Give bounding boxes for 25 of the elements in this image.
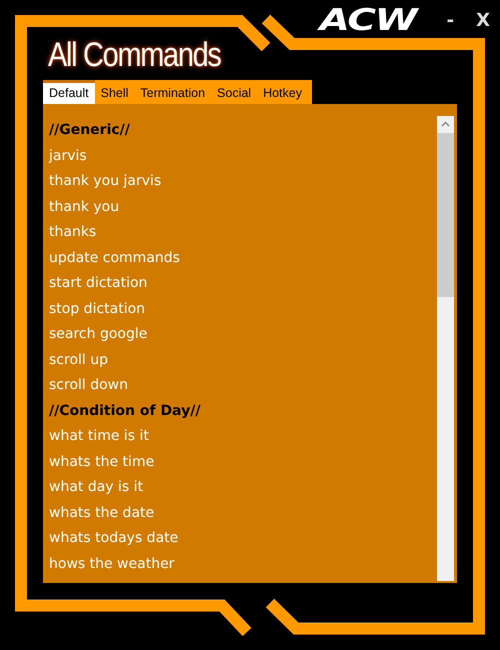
command-item[interactable]: search google: [49, 322, 148, 348]
command-item[interactable]: start dictation: [49, 271, 148, 296]
section-header: //Generic//: [49, 121, 130, 140]
command-item[interactable]: update commands: [49, 246, 180, 271]
scrollbar[interactable]: [437, 116, 454, 581]
command-item[interactable]: jarvis: [49, 144, 87, 169]
close-button[interactable]: X: [476, 12, 490, 30]
tab[interactable]: Default: [43, 80, 95, 104]
window-title: All Commands: [48, 35, 221, 76]
logo: ACW: [320, 6, 417, 36]
minimize-button[interactable]: -: [446, 12, 454, 30]
command-item[interactable]: hows the weather: [49, 552, 174, 577]
command-item[interactable]: whats the date: [49, 500, 154, 526]
command-item[interactable]: thank you: [49, 194, 120, 220]
command-item[interactable]: thank you jarvis: [49, 169, 162, 194]
command-item[interactable]: what day is it: [49, 475, 144, 500]
command-item[interactable]: scroll up: [49, 348, 108, 373]
section-header: //Condition of Day//: [49, 402, 200, 420]
command-item[interactable]: scroll down: [49, 373, 128, 398]
command-item[interactable]: whats todays date: [49, 526, 178, 552]
command-item[interactable]: stop dictation: [49, 296, 146, 322]
scrollbar-thumb[interactable]: [437, 133, 454, 297]
command-item[interactable]: what time is it: [49, 424, 149, 450]
command-item[interactable]: thanks: [49, 220, 96, 246]
command-item[interactable]: whats the time: [49, 450, 154, 475]
